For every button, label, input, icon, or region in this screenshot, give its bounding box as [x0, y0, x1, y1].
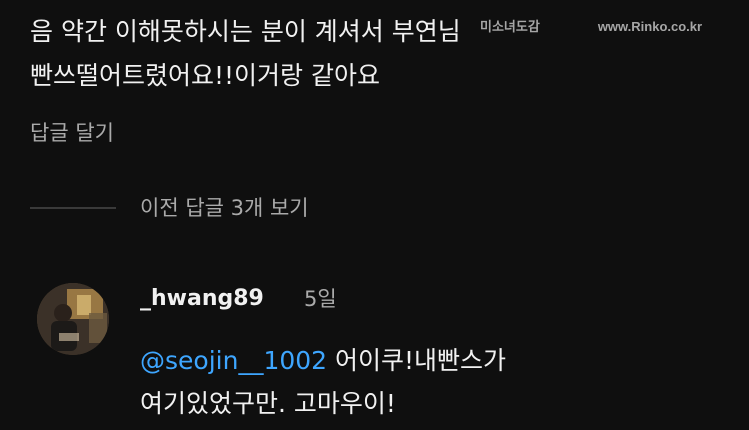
watermark: 미소녀도감 www.Rinko.co.kr [480, 16, 702, 35]
mention-link[interactable]: @seojin__1002 [140, 346, 327, 375]
reply-text: @seojin__1002 어이쿠!내빤스가 여기있었구만. 고마우이! [140, 339, 506, 425]
reply-button[interactable]: 답글 달기 [30, 118, 114, 148]
reply-username[interactable]: _hwang89 [140, 283, 264, 315]
watermark-url: www.Rinko.co.kr [597, 19, 703, 34]
avatar-photo [37, 283, 109, 355]
replies-divider [30, 207, 116, 209]
reply-timestamp[interactable]: 5일 [304, 283, 337, 315]
view-previous-replies-button[interactable]: 이전 답글 3개 보기 [140, 192, 309, 224]
avatar[interactable] [37, 283, 109, 355]
parent-comment-line-2: 빤쓰떨어트렸어요!!이거랑 같아요 [30, 61, 380, 90]
reply-text-line-1-body: 어이쿠!내빤스가 [327, 346, 507, 375]
watermark-left-text: 미소녀도감 [480, 19, 540, 34]
reply-text-line-2: 여기있었구만. 고마우이! [140, 389, 396, 418]
reply-text-line-1: @seojin__1002 어이쿠!내빤스가 [140, 339, 506, 382]
